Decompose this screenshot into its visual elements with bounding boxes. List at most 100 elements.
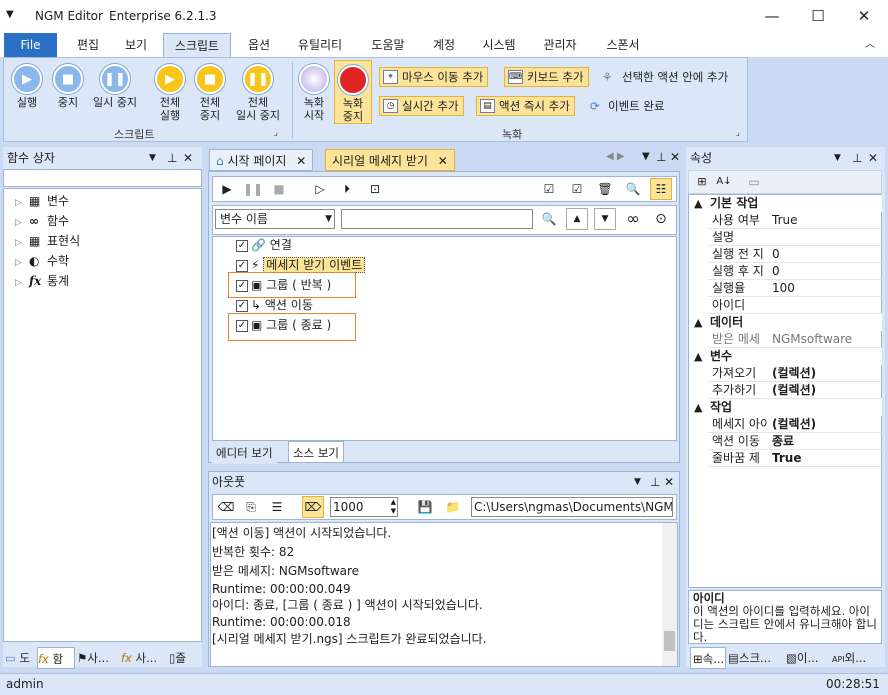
add-in-selected-button[interactable]: ⚘ 선택한 액션 안에 추가 — [600, 67, 728, 87]
prop-row[interactable]: 줄바꿈 제 True — [708, 450, 882, 467]
system-menu-icon[interactable]: ▼ — [6, 9, 14, 20]
output-scrollbar[interactable] — [662, 523, 677, 666]
tree-item-statistics[interactable]: ▷ fx 통계 — [15, 271, 69, 291]
bottom-tab-user-functions[interactable]: fx 사... — [121, 647, 167, 669]
add-keyboard-button[interactable]: ⌨ 키보드 추가 — [504, 67, 589, 87]
editor-close-icon[interactable]: ✕ — [670, 150, 680, 164]
clear-log-icon[interactable]: ⌫ — [215, 496, 237, 518]
save-log-icon[interactable]: ⎘ — [240, 496, 262, 518]
bottom-tab-favorites[interactable]: ▯즐 — [169, 647, 202, 669]
check-icon[interactable]: ☑ — [566, 178, 588, 200]
loop-icon[interactable]: ∞ — [622, 208, 644, 230]
step-into-icon[interactable]: ⏵ — [336, 178, 358, 200]
checkbox[interactable]: ✓ — [236, 239, 248, 252]
panel-menu-icon[interactable]: ▼ — [634, 471, 641, 493]
pin-icon[interactable]: ⊥ — [650, 471, 660, 493]
panel-close-icon[interactable]: ✕ — [664, 471, 674, 493]
editor-pin-icon[interactable]: ⊥ — [656, 150, 666, 164]
tab-close-icon[interactable]: ✕ — [438, 154, 448, 168]
save-icon[interactable]: 💾 — [414, 496, 436, 518]
play-icon[interactable]: ▶ — [216, 178, 238, 200]
property-pages-icon[interactable]: ▭ — [743, 171, 765, 193]
stop-all-button[interactable]: ■ 전체 중지 — [190, 64, 230, 122]
spin-icon[interactable]: ▲ ▼ — [391, 498, 396, 516]
tab-scroll-icons[interactable]: ◀ ▶ — [606, 151, 625, 162]
tab-editor-view[interactable]: 에디터 보기 — [212, 442, 277, 464]
prop-row[interactable]: 추가하기 (컬렉션) — [708, 382, 882, 399]
prop-row[interactable]: 실행 후 지0 — [708, 263, 882, 280]
record-stop-button[interactable]: 녹화 중지 — [334, 60, 372, 124]
collapse-icon[interactable]: ▲ — [694, 314, 702, 331]
filter-select[interactable]: 변수 이름 ▼ — [215, 209, 335, 229]
check-all-icon[interactable]: ☑ — [538, 178, 560, 200]
prop-row[interactable]: 메세지 아이 (컬렉션) — [708, 416, 882, 433]
menu-account[interactable]: 계정 — [424, 33, 464, 57]
prop-category[interactable]: ▲ 기본 작업 — [690, 195, 882, 212]
panel-menu-icon[interactable]: ▼ — [834, 147, 841, 169]
run-button[interactable]: ▶ 실행 — [8, 64, 46, 109]
prop-row[interactable]: 실행 전 지0 — [708, 246, 882, 263]
tree-item-variables[interactable]: ▷ ▦ 변수 — [15, 191, 69, 211]
bottom-tab-properties[interactable]: ⊞속... — [690, 647, 726, 669]
panel-menu-icon[interactable]: ▼ — [149, 147, 156, 169]
checkbox[interactable]: ✓ — [236, 299, 248, 312]
run-all-button[interactable]: ▶ 전체 실행 — [150, 64, 190, 122]
bottom-tab-user[interactable]: ⚑사... — [77, 647, 119, 669]
menu-help[interactable]: 도움말 — [362, 33, 414, 57]
step-over-icon[interactable]: ⊡ — [364, 178, 386, 200]
menu-edit[interactable]: 편집 — [66, 33, 110, 57]
menu-system[interactable]: 시스템 — [474, 33, 524, 57]
checkbox[interactable]: ✓ — [236, 259, 248, 272]
menu-script[interactable]: 스크립트 — [163, 33, 231, 57]
tree-view-icon[interactable]: ☷ — [650, 178, 672, 200]
menu-sponsor[interactable]: 스폰서 — [598, 33, 648, 57]
filter-search-icon[interactable]: 🔍 — [538, 208, 560, 230]
filter-input[interactable] — [341, 209, 533, 229]
event-complete-button[interactable]: ⟳ 이벤트 완료 — [588, 96, 665, 116]
eraser-icon[interactable]: ⌦ — [302, 496, 324, 518]
tab-list-icon[interactable]: ▼ — [642, 151, 650, 162]
function-search-input[interactable] — [3, 169, 202, 187]
bottom-tab-images[interactable]: ▧이... — [784, 647, 824, 669]
bottom-tab-docs[interactable]: ▭ 도 — [5, 647, 37, 669]
search-icon[interactable]: 🔍 — [622, 178, 644, 200]
menu-file[interactable]: File — [4, 33, 57, 57]
tree-item-expressions[interactable]: ▷ ▦ 표현식 — [15, 231, 80, 251]
prop-category[interactable]: ▲ 작업 — [690, 399, 882, 416]
folder-icon[interactable]: 📁 — [442, 496, 464, 518]
move-up-icon[interactable]: ▲ — [566, 208, 588, 230]
stop-button[interactable]: ■ 중지 — [48, 64, 88, 109]
delete-icon[interactable]: 🗑 — [594, 178, 616, 200]
menu-admin[interactable]: 관리자 — [534, 33, 586, 57]
close-button[interactable]: ✕ — [841, 0, 887, 32]
tab-close-icon[interactable]: ✕ — [296, 154, 306, 168]
menu-options[interactable]: 옵션 — [238, 33, 280, 57]
tab-serial-message[interactable]: 시리얼 메세지 받기 ✕ — [325, 149, 455, 171]
collapse-icon[interactable]: ▲ — [694, 348, 702, 365]
sort-az-icon[interactable]: A↓ — [713, 171, 735, 193]
bottom-tab-functions[interactable]: fx 함 — [37, 647, 75, 669]
step-play-icon[interactable]: ▷ — [309, 178, 331, 200]
prop-row[interactable]: 사용 여부 True — [708, 212, 882, 229]
menu-utility[interactable]: 유틸리티 — [290, 33, 350, 57]
maximize-button[interactable]: ☐ — [795, 0, 841, 32]
bottom-tab-scripts[interactable]: ▤스크... — [726, 647, 782, 669]
action-move[interactable]: ✓ ↳ 액션 이동 — [236, 295, 313, 315]
tree-item-math[interactable]: ▷ ◐ 수학 — [15, 251, 69, 271]
move-down-icon[interactable]: ▼ — [594, 208, 616, 230]
pin-icon[interactable]: ⊥ — [167, 147, 177, 169]
max-lines-input[interactable]: 1000 ▲ ▼ — [330, 497, 398, 517]
prop-category[interactable]: ▲ 데이터 — [690, 314, 882, 331]
add-realtime-button[interactable]: ◷ 실시간 추가 — [379, 96, 464, 116]
tree-item-functions[interactable]: ▷ ∞ 함수 — [15, 211, 69, 231]
tab-source-view[interactable]: 소스 보기 — [288, 441, 344, 463]
collapse-icon[interactable]: ▲ — [694, 195, 702, 212]
prop-category[interactable]: ▲ 변수 — [690, 348, 882, 365]
collapse-ribbon-icon[interactable]: ︿ — [860, 33, 880, 57]
menu-view[interactable]: 보기 — [115, 33, 157, 57]
collapse-icon[interactable]: ▲ — [694, 399, 702, 416]
scroll-thumb[interactable] — [664, 631, 675, 651]
script-dialog-launcher-icon[interactable]: ⌟ — [274, 128, 278, 137]
prop-row[interactable]: 가져오기 (컬렉션) — [708, 365, 882, 382]
prop-row[interactable]: 액션 이동 종료 — [708, 433, 882, 450]
